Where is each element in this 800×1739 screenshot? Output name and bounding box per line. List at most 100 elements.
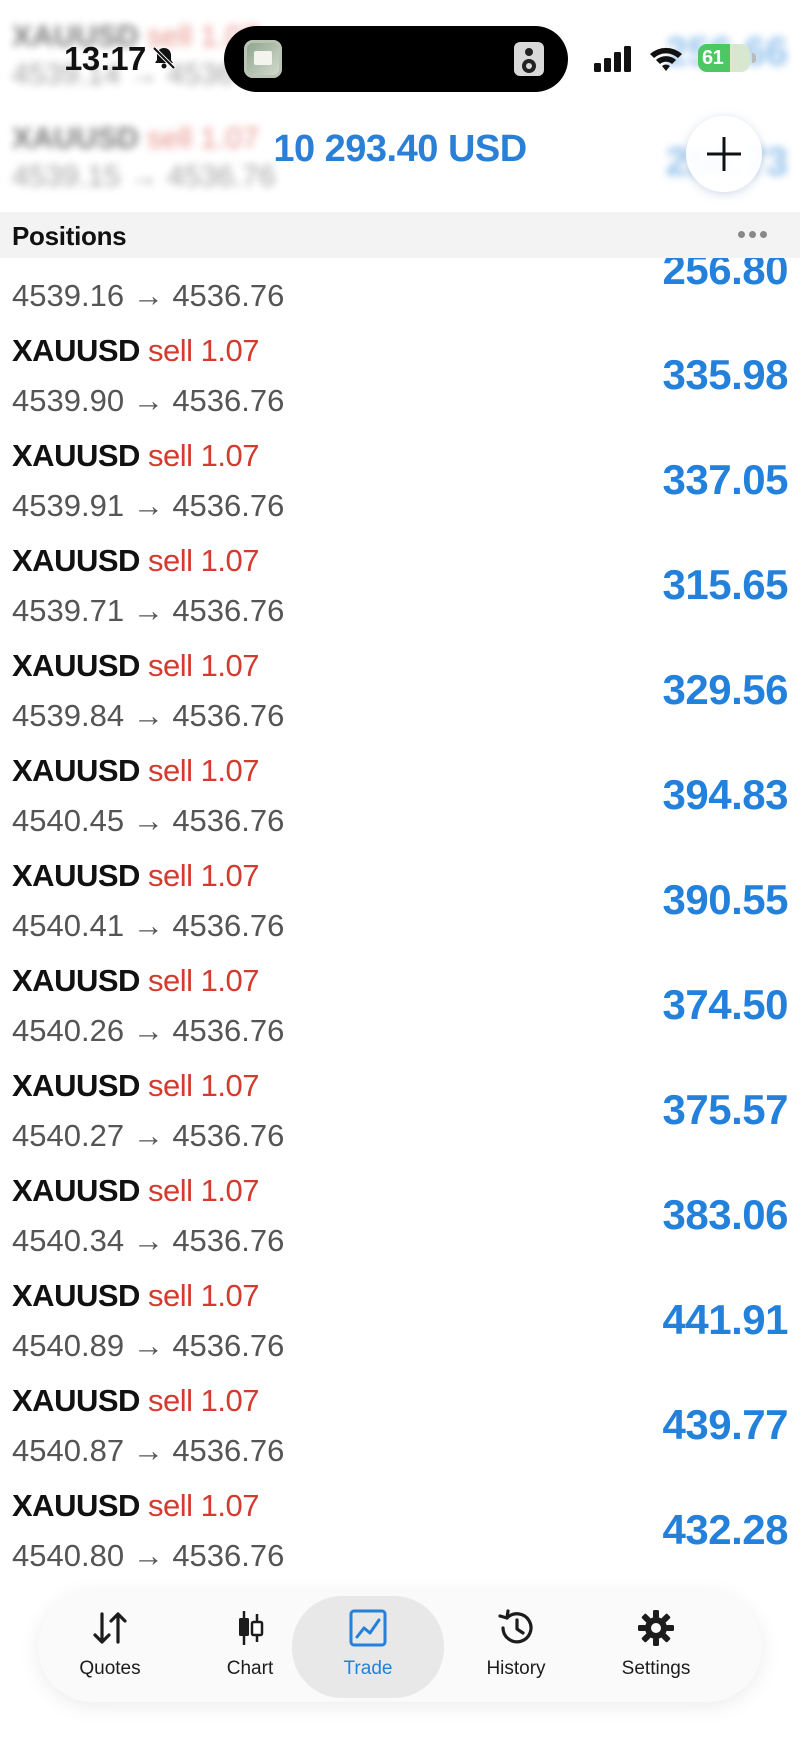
- speaker-icon: [514, 42, 544, 76]
- current-price: 4536.76: [172, 1118, 285, 1153]
- position-profit: 335.98: [662, 351, 789, 398]
- position-title: XAUUSD sell 1.07: [12, 1488, 259, 1524]
- position-symbol: XAUUSD: [12, 543, 140, 578]
- position-profit: 394.83: [662, 771, 789, 818]
- position-symbol: XAUUSD: [12, 438, 140, 473]
- status-bar: 13:17 61: [0, 0, 800, 110]
- open-price: 4539.90: [12, 383, 125, 418]
- position-prices: 4540.34 → 4536.76: [12, 1223, 284, 1259]
- position-title: XAUUSD sell 1.07: [12, 858, 259, 894]
- current-price: 4536.76: [172, 1433, 285, 1468]
- position-side: sell 1.07: [148, 1173, 259, 1208]
- tab-label: Settings: [621, 1658, 691, 1679]
- arrow-right-icon: →: [132, 1538, 164, 1573]
- section-title: Positions: [12, 221, 127, 251]
- plus-icon: [707, 137, 741, 171]
- position-row[interactable]: XAUUSD sell 1.07 4539.71 → 4536.76 315.65: [0, 543, 800, 648]
- current-price: 4536.76: [172, 1538, 285, 1573]
- position-side: sell 1.07: [148, 333, 259, 368]
- open-price: 4540.41: [12, 908, 125, 943]
- position-title: XAUUSD sell 1.07: [12, 1278, 259, 1314]
- position-title: XAUUSD sell 1.07: [12, 648, 259, 684]
- more-options-icon[interactable]: [736, 222, 776, 248]
- arrow-right-icon: →: [132, 908, 164, 943]
- position-profit: 383.06: [662, 1191, 789, 1238]
- position-side: sell 1.07: [148, 438, 259, 473]
- dynamic-island: [224, 26, 568, 92]
- position-profit: 432.28: [662, 1506, 789, 1553]
- position-prices: 4539.91 → 4536.76: [12, 488, 284, 524]
- position-title: XAUUSD sell 1.07: [12, 438, 259, 474]
- position-side: sell 1.07: [148, 648, 259, 683]
- position-prices: 4539.71 → 4536.76: [12, 593, 284, 629]
- position-title: XAUUSD sell 1.07: [12, 258, 259, 264]
- position-row[interactable]: XAUUSD sell 1.07 4539.84 → 4536.76 329.56: [0, 648, 800, 753]
- position-profit: 337.05: [662, 456, 789, 503]
- open-price: 4540.26: [12, 1013, 125, 1048]
- open-price: 4539.91: [12, 488, 125, 523]
- position-row[interactable]: XAUUSD sell 1.07 4539.16 → 4536.76 256.80: [0, 258, 800, 333]
- position-row[interactable]: XAUUSD sell 1.07 4540.34 → 4536.76 383.06: [0, 1173, 800, 1278]
- open-price: 4539.71: [12, 593, 125, 628]
- arrow-right-icon: →: [132, 488, 164, 523]
- position-prices: 4540.89 → 4536.76: [12, 1328, 284, 1364]
- current-price: 4536.76: [172, 698, 285, 733]
- open-price: 4540.45: [12, 803, 125, 838]
- positions-list[interactable]: XAUUSD sell 1.074539.16 → 4536.76256.80X…: [0, 258, 800, 1594]
- position-side: sell 1.07: [148, 753, 259, 788]
- bell-muted-icon: [152, 46, 176, 70]
- tab-bar: Quotes Chart Trade History Settings: [38, 1592, 762, 1702]
- arrow-right-icon: →: [132, 1013, 164, 1048]
- position-row[interactable]: XAUUSD sell 1.07 4540.41 → 4536.76 390.55: [0, 858, 800, 963]
- current-price: 4536.76: [172, 908, 285, 943]
- current-price: 4536.76: [172, 278, 285, 313]
- position-row[interactable]: XAUUSD sell 1.07 4540.45 → 4536.76 394.83: [0, 753, 800, 858]
- quotes-arrows-icon: [93, 1612, 127, 1644]
- position-prices: 4539.90 → 4536.76: [12, 383, 284, 419]
- arrow-right-icon: →: [132, 698, 164, 733]
- gear-icon: [638, 1610, 674, 1646]
- position-row[interactable]: XAUUSD sell 1.07 4540.87 → 4536.76 439.77: [0, 1383, 800, 1488]
- wifi-icon: [650, 47, 682, 71]
- new-order-button[interactable]: [686, 116, 762, 192]
- account-balance: 10 293.40 USD: [273, 128, 527, 170]
- position-title: XAUUSD sell 1.07: [12, 1173, 259, 1209]
- position-row[interactable]: XAUUSD sell 1.07 4540.89 → 4536.76 441.91: [0, 1278, 800, 1383]
- position-row[interactable]: XAUUSD sell 1.07 4540.80 → 4536.76 432.28: [0, 1488, 800, 1593]
- current-price: 4536.76: [172, 1223, 285, 1258]
- open-price: 4540.34: [12, 1223, 125, 1258]
- open-price: 4540.80: [12, 1538, 125, 1573]
- position-title: XAUUSD sell 1.07: [12, 333, 259, 369]
- position-symbol: XAUUSD: [12, 1068, 140, 1103]
- candlestick-icon: [239, 1611, 264, 1645]
- open-price: 4540.27: [12, 1118, 125, 1153]
- battery-cap: [752, 53, 756, 63]
- current-price: 4536.76: [172, 383, 285, 418]
- position-profit: 375.57: [662, 1086, 789, 1133]
- position-title: XAUUSD sell 1.07: [12, 1068, 259, 1104]
- position-row[interactable]: XAUUSD sell 1.07 4540.27 → 4536.76 375.57: [0, 1068, 800, 1173]
- position-row[interactable]: XAUUSD sell 1.07 4539.91 → 4536.76 337.05: [0, 438, 800, 543]
- position-row[interactable]: XAUUSD sell 1.07 4540.26 → 4536.76 374.50: [0, 963, 800, 1068]
- position-prices: 4540.87 → 4536.76: [12, 1433, 284, 1469]
- position-title: XAUUSD sell 1.07: [12, 543, 259, 579]
- position-symbol: XAUUSD: [12, 333, 140, 368]
- position-row[interactable]: XAUUSD sell 1.07 4539.90 → 4536.76 335.98: [0, 333, 800, 438]
- position-profit: 439.77: [662, 1401, 789, 1448]
- position-prices: 4540.80 → 4536.76: [12, 1538, 284, 1574]
- position-side: sell 1.07: [148, 258, 259, 263]
- media-thumbnail: [244, 40, 282, 78]
- position-side: sell 1.07: [148, 858, 259, 893]
- status-time: 13:17: [64, 40, 146, 77]
- position-symbol: XAUUSD: [12, 963, 140, 998]
- tab-settings[interactable]: Settings: [586, 1592, 726, 1702]
- tab-label: Trade: [343, 1658, 393, 1679]
- tab-trade[interactable]: Trade: [292, 1596, 444, 1698]
- position-title: XAUUSD sell 1.07: [12, 1383, 259, 1419]
- tab-quotes[interactable]: Quotes: [40, 1592, 180, 1702]
- tab-history[interactable]: History: [446, 1592, 586, 1702]
- position-symbol: XAUUSD: [12, 648, 140, 683]
- position-profit: 390.55: [662, 876, 789, 923]
- battery-indicator: 61: [698, 44, 756, 72]
- current-price: 4536.76: [172, 1013, 285, 1048]
